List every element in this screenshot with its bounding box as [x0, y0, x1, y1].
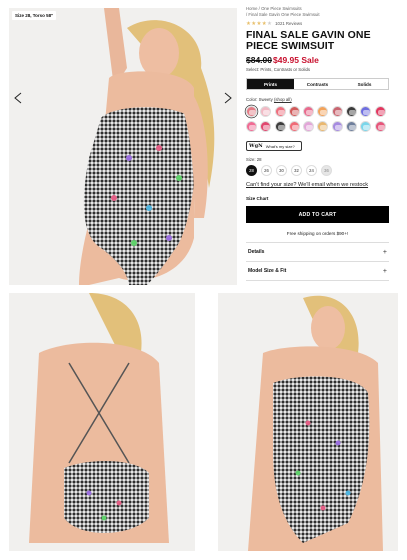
add-to-cart-button[interactable]: ADD TO CART — [246, 206, 389, 223]
size-option-28[interactable]: 28 — [246, 165, 257, 176]
model-front-photo — [9, 8, 237, 285]
model-back-photo — [9, 293, 195, 551]
color-label: Color: Sweety (shop all) — [246, 97, 389, 102]
color-swatch-14[interactable] — [288, 121, 300, 132]
select-instructions: Select: Prints, Contrasts or Solids — [246, 67, 311, 72]
color-name: Sweety — [258, 97, 273, 102]
product-details-panel: Home / One Piece Swimsuits / Final Sale … — [246, 6, 389, 281]
breadcrumb-category-link[interactable]: One Piece Swimsuits — [261, 6, 302, 11]
color-prefix: Color: — [246, 97, 258, 102]
tab-contrasts[interactable]: Contrasts — [294, 79, 341, 89]
color-swatch-13[interactable] — [274, 121, 286, 132]
shop-all-link[interactable]: (shop all) — [274, 97, 292, 102]
product-rating[interactable]: ★★★★★ 1021 Reviews — [246, 21, 389, 27]
restock-notify-link[interactable]: Can't find your size? We'll email when w… — [246, 182, 389, 188]
color-swatch-2[interactable] — [260, 106, 272, 117]
breadcrumb-home-link[interactable]: Home — [246, 6, 257, 11]
size-option-32[interactable]: 32 — [291, 165, 302, 176]
color-swatch-10[interactable] — [374, 106, 386, 117]
original-price: $84.00 — [246, 55, 272, 65]
color-swatch-11[interactable] — [246, 121, 257, 132]
size-finder-label: What's my size? — [265, 143, 295, 149]
product-accordion: Details + Model Size & Fit + — [246, 242, 389, 281]
size-options: 28 26 30 32 24 36 — [246, 165, 389, 176]
size-option-30[interactable]: 30 — [276, 165, 287, 176]
color-swatch-1[interactable] — [246, 106, 257, 117]
color-swatch-8[interactable] — [346, 106, 358, 117]
accordion-details[interactable]: Details + — [246, 243, 389, 262]
model-front-closeup-photo — [218, 293, 398, 551]
model-size-tag: Size 28, Torso 58" — [12, 11, 57, 20]
style-tabs: Prints Contrasts Solids — [246, 78, 389, 90]
price-row: $84.00 $49.95 Sale — [246, 55, 389, 65]
chevron-left-icon — [14, 92, 22, 104]
size-finder-logo: WgN — [249, 143, 263, 149]
chevron-right-icon — [224, 92, 232, 104]
color-swatches — [246, 106, 389, 132]
color-swatch-3[interactable] — [274, 106, 286, 117]
free-shipping-note: Free shipping on orders $90+! — [286, 231, 349, 236]
product-image-front[interactable] — [218, 293, 398, 551]
accordion-model-size-fit[interactable]: Model Size & Fit + — [246, 262, 389, 281]
previous-image-button[interactable] — [13, 91, 23, 105]
color-swatch-17[interactable] — [331, 121, 343, 132]
next-image-button[interactable] — [223, 91, 233, 105]
size-chart-link[interactable]: Size Chart — [246, 196, 389, 201]
color-swatch-4[interactable] — [288, 106, 300, 117]
size-finder-button[interactable]: WgN What's my size? — [246, 141, 302, 151]
size-option-26[interactable]: 26 — [261, 165, 272, 176]
color-swatch-20[interactable] — [374, 121, 386, 132]
tab-prints[interactable]: Prints — [247, 79, 294, 89]
size-label: Size: 28 — [246, 157, 262, 162]
plus-icon: + — [382, 267, 387, 275]
color-swatch-12[interactable] — [260, 121, 272, 132]
product-title: FINAL SALE GAVIN ONE PIECE SWIMSUIT — [246, 29, 371, 52]
color-swatch-15[interactable] — [303, 121, 315, 132]
sale-price: $49.95 Sale — [273, 55, 319, 65]
review-count-link[interactable]: 1021 Reviews — [275, 21, 302, 27]
plus-icon: + — [382, 248, 387, 256]
main-product-image[interactable]: Size 28, Torso 58" — [9, 8, 237, 285]
color-swatch-6[interactable] — [317, 106, 329, 117]
tab-solids[interactable]: Solids — [341, 79, 388, 89]
breadcrumb: Home / One Piece Swimsuits / Final Sale … — [246, 6, 389, 18]
star-rating-icon: ★★★★★ — [246, 21, 273, 27]
color-swatch-7[interactable] — [331, 106, 343, 117]
color-swatch-18[interactable] — [346, 121, 358, 132]
size-option-36[interactable]: 36 — [321, 165, 332, 176]
color-swatch-16[interactable] — [317, 121, 329, 132]
color-swatch-9[interactable] — [360, 106, 372, 117]
color-swatch-5[interactable] — [303, 106, 315, 117]
size-option-24[interactable]: 24 — [306, 165, 317, 176]
accordion-model-size-fit-title: Model Size & Fit — [248, 268, 287, 274]
breadcrumb-current: Final Sale Gavin One Piece Swimsuit — [248, 12, 320, 17]
accordion-details-title: Details — [248, 249, 265, 255]
color-swatch-19[interactable] — [360, 121, 372, 132]
product-image-back[interactable] — [9, 293, 195, 551]
